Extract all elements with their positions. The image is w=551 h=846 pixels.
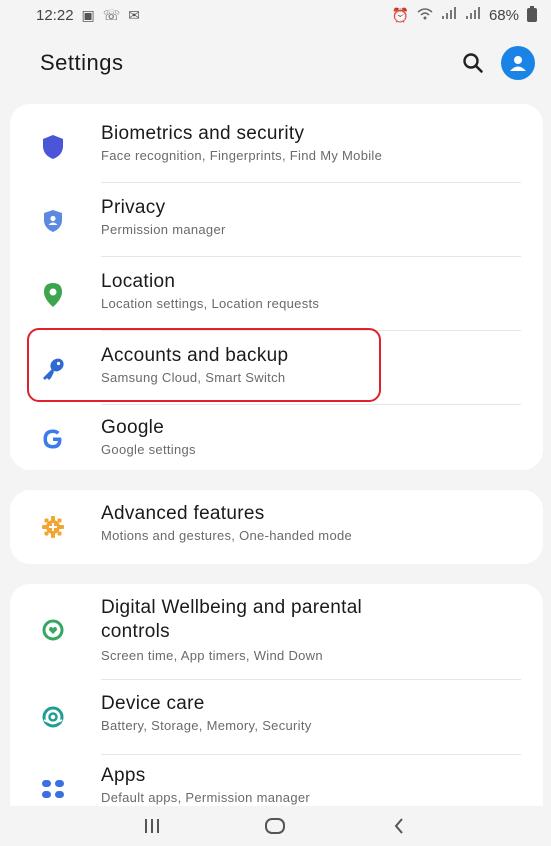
item-subtitle: Google settings — [101, 442, 196, 457]
settings-group-1: Biometrics and security Face recognition… — [10, 104, 543, 470]
alarm-icon: ⏰ — [391, 6, 409, 23]
settings-group-2: Advanced features Motions and gestures, … — [10, 490, 543, 564]
settings-item-device-care[interactable]: Device care Battery, Storage, Memory, Se… — [10, 680, 543, 754]
gallery-notification-icon: ▣ — [81, 6, 95, 23]
divider — [101, 256, 521, 257]
settings-item-biometrics-security[interactable]: Biometrics and security Face recognition… — [10, 110, 543, 184]
item-title: Apps — [101, 765, 146, 786]
item-subtitle: Motions and gestures, One-handed mode — [101, 528, 353, 543]
gear-plus-icon — [40, 514, 66, 540]
search-icon — [463, 53, 483, 73]
divider — [101, 404, 521, 405]
item-title: Biometrics and security — [101, 123, 305, 144]
privacy-icon — [40, 208, 66, 234]
navigation-bar — [0, 806, 551, 846]
item-title: Privacy — [101, 197, 166, 218]
google-icon — [40, 426, 66, 452]
status-bar: 12:22 ▣ ☏ ✉ ⏰ 68% — [0, 0, 551, 30]
divider — [101, 182, 521, 183]
notification-icon: ✉ — [128, 6, 141, 23]
settings-screen: 12:22 ▣ ☏ ✉ ⏰ 68% Settings Biometrics an… — [0, 0, 551, 846]
item-title: Google — [101, 417, 165, 438]
divider — [101, 754, 521, 755]
highlight-box — [27, 328, 381, 402]
back-button[interactable] — [379, 811, 419, 841]
item-subtitle: Screen time, App timers, Wind Down — [101, 648, 323, 663]
item-subtitle: Battery, Storage, Memory, Security — [101, 718, 312, 733]
item-title: Advanced features — [101, 503, 265, 524]
item-title: Device care — [101, 693, 205, 714]
page-title: Settings — [40, 50, 124, 75]
settings-item-digital-wellbeing[interactable]: Digital Wellbeing and parental controls … — [10, 584, 543, 678]
recent-apps-icon — [144, 819, 159, 833]
signal-icon — [441, 7, 457, 23]
settings-item-google[interactable]: Google Google settings — [10, 406, 543, 468]
shield-icon — [40, 134, 66, 160]
back-icon — [394, 818, 403, 834]
battery-icon — [527, 6, 537, 22]
item-subtitle: Default apps, Permission manager — [101, 790, 311, 805]
app-header: Settings — [0, 30, 551, 96]
profile-icon — [510, 56, 526, 71]
item-subtitle: Permission manager — [101, 222, 226, 237]
item-subtitle: Face recognition, Fingerprints, Find My … — [101, 148, 383, 163]
recent-apps-button[interactable] — [132, 811, 172, 841]
settings-item-location[interactable]: Location Location settings, Location req… — [10, 258, 543, 332]
profile-button[interactable] — [501, 46, 535, 80]
home-button[interactable] — [255, 811, 295, 841]
settings-group-3: Digital Wellbeing and parental controls … — [10, 584, 543, 824]
item-title-line2: controls — [101, 621, 170, 642]
home-icon — [265, 818, 286, 834]
battery-percent: 68% — [488, 6, 519, 24]
device-care-icon — [40, 704, 66, 730]
status-time: 12:22 — [36, 6, 74, 24]
wellbeing-icon — [40, 617, 66, 643]
search-button[interactable] — [455, 45, 491, 81]
location-pin-icon — [40, 282, 66, 308]
settings-item-advanced-features[interactable]: Advanced features Motions and gestures, … — [10, 490, 543, 564]
settings-item-apps[interactable]: Apps Default apps, Permission manager — [10, 756, 543, 806]
signal-icon-2 — [465, 7, 481, 23]
settings-item-privacy[interactable]: Privacy Permission manager — [10, 184, 543, 258]
wifi-icon — [417, 7, 433, 24]
item-title: Location — [101, 271, 176, 292]
apps-grid-icon — [40, 776, 66, 802]
item-title: Digital Wellbeing and parental — [101, 597, 363, 618]
wifi-calling-icon: ☏ — [102, 6, 121, 23]
item-subtitle: Location settings, Location requests — [101, 296, 320, 311]
